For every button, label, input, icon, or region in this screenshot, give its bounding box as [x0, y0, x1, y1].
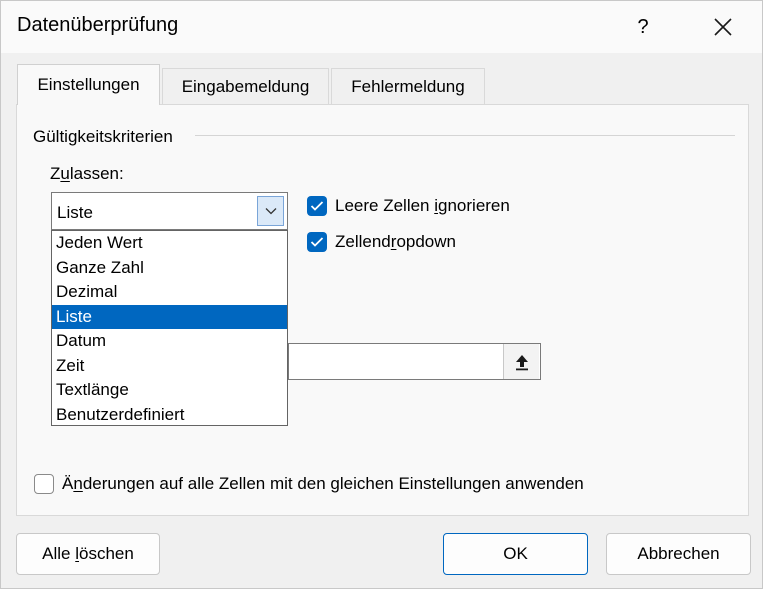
list-item-textlaenge[interactable]: Textlänge — [52, 378, 287, 403]
chevron-down-icon — [265, 208, 276, 215]
ignore-blank-label: Leere Zellen ignorieren — [335, 196, 510, 215]
apply-all-label: Änderungen auf alle Zellen mit den gleic… — [62, 474, 584, 493]
arrow-up-collapse-icon — [515, 354, 528, 370]
in-cell-dropdown-checkbox-row[interactable]: Zellendropdown — [307, 232, 456, 252]
cancel-label: Abbrechen — [637, 544, 720, 563]
help-button[interactable]: ? — [621, 7, 665, 47]
tab-label: Fehlermeldung — [351, 76, 465, 96]
tab-label: Eingabemeldung — [181, 76, 310, 96]
tab-fehlermeldung[interactable]: Fehlermeldung — [331, 68, 485, 104]
allow-combobox-value: Liste — [57, 203, 93, 222]
apply-all-checkbox-row[interactable]: Änderungen auf alle Zellen mit den gleic… — [34, 474, 584, 494]
in-cell-dropdown-label: Zellendropdown — [335, 232, 456, 251]
list-item-datum[interactable]: Datum — [52, 329, 287, 354]
list-item-benutzerdefiniert[interactable]: Benutzerdefiniert — [52, 403, 287, 428]
help-icon: ? — [637, 15, 649, 38]
title-bar: Datenüberprüfung ? — [1, 1, 762, 53]
clear-all-label: Alle löschen — [42, 544, 134, 563]
checkmark-icon — [310, 237, 324, 247]
list-item-liste[interactable]: Liste — [52, 304, 287, 329]
tab-einstellungen[interactable]: Einstellungen — [17, 64, 160, 105]
dialog-title: Datenüberprüfung — [17, 14, 179, 36]
ignore-blank-checkbox-row[interactable]: Leere Zellen ignorieren — [307, 196, 510, 216]
cancel-button[interactable]: Abbrechen — [606, 533, 751, 575]
combobox-dropdown-button[interactable] — [257, 196, 284, 226]
allow-dropdown-list[interactable]: Jeden Wert Ganze Zahl Dezimal Liste Datu… — [51, 230, 288, 426]
allow-combobox[interactable]: Liste — [51, 192, 288, 230]
group-divider — [195, 135, 735, 136]
ok-button[interactable]: OK — [443, 533, 588, 575]
allow-label: Zulassen: — [50, 164, 124, 183]
clear-all-button[interactable]: Alle löschen — [16, 533, 160, 575]
tab-label: Einstellungen — [37, 75, 140, 94]
apply-all-checkbox[interactable] — [34, 474, 54, 494]
list-item-zeit[interactable]: Zeit — [52, 354, 287, 379]
list-item-ganze-zahl[interactable]: Ganze Zahl — [52, 256, 287, 281]
in-cell-dropdown-checkbox[interactable] — [307, 232, 327, 252]
list-item-jeden-wert[interactable]: Jeden Wert — [52, 231, 287, 256]
close-icon — [714, 18, 732, 36]
data-validation-dialog: Datenüberprüfung ? Einstellungen Eingabe… — [0, 0, 763, 589]
ok-label: OK — [503, 544, 528, 563]
checkmark-icon — [310, 201, 324, 211]
criteria-group-label: Gültigkeitskriterien — [33, 127, 173, 146]
tab-eingabemeldung[interactable]: Eingabemeldung — [162, 68, 329, 104]
collapse-dialog-button[interactable] — [503, 344, 539, 379]
list-item-dezimal[interactable]: Dezimal — [52, 280, 287, 305]
close-button[interactable] — [699, 7, 747, 47]
ignore-blank-checkbox[interactable] — [307, 196, 327, 216]
